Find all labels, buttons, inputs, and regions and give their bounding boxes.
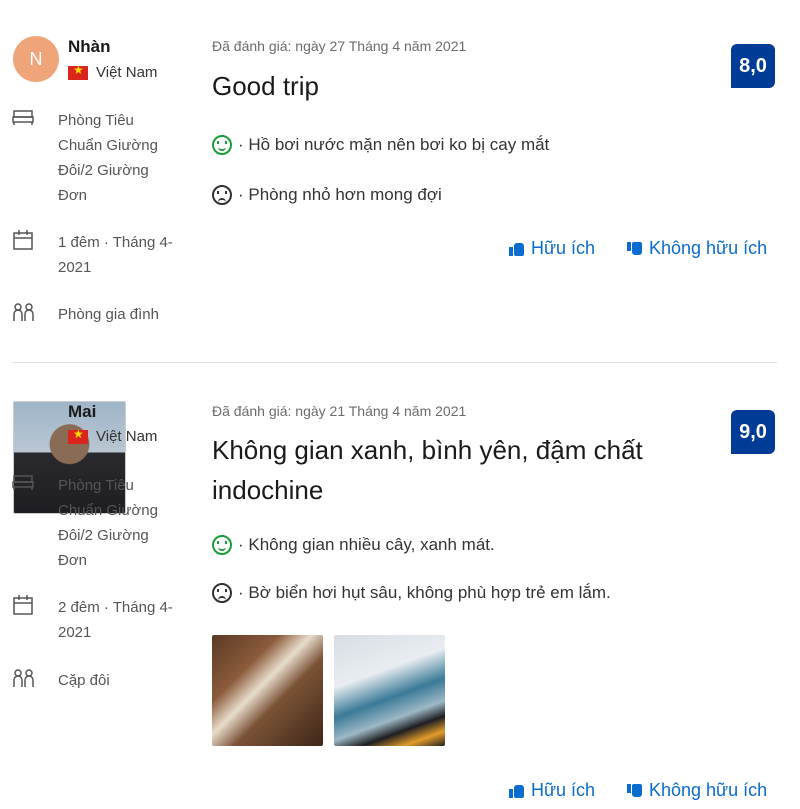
review-date: Đã đánh giá: ngày 21 Tháng 4 năm 2021 bbox=[212, 403, 467, 419]
review-divider bbox=[12, 362, 777, 363]
review-date: Đã đánh giá: ngày 27 Tháng 4 năm 2021 bbox=[212, 38, 467, 54]
not-helpful-label: Không hữu ích bbox=[649, 780, 768, 800]
traveler-type: Cặp đôi bbox=[12, 668, 192, 695]
room-type: Phòng Tiêu Chuẩn Giường Đôi/2 Giường Đơn bbox=[12, 108, 192, 208]
stay-duration-label: 1 đêm · Tháng 4-2021 bbox=[58, 234, 173, 276]
people-icon bbox=[12, 668, 36, 695]
review-title: Good trip bbox=[212, 71, 319, 101]
positive-text: · Hồ bơi nước mặn nên bơi ko bị cay mắt bbox=[238, 135, 550, 154]
people-icon bbox=[12, 302, 36, 329]
traveler-type-label: Cặp đôi bbox=[58, 672, 110, 689]
thumbs-up-icon bbox=[509, 242, 525, 256]
positive-comment: · Hồ bơi nước mặn nên bơi ko bị cay mắt bbox=[212, 135, 549, 155]
calendar-icon bbox=[12, 230, 36, 280]
review-photo[interactable] bbox=[212, 635, 323, 746]
negative-text: · Phòng nhỏ hơn mong đợi bbox=[238, 185, 442, 204]
room-type-label: Phòng Tiêu Chuẩn Giường Đôi/2 Giường Đơn bbox=[58, 112, 158, 204]
bed-icon bbox=[12, 473, 36, 573]
bed-icon bbox=[12, 108, 36, 208]
reviewer-name: Mai bbox=[68, 402, 97, 421]
helpful-button[interactable]: Hữu ích bbox=[509, 238, 595, 259]
reviewer-name: Nhàn bbox=[68, 37, 111, 56]
reviewer-country: Việt Nam bbox=[68, 63, 158, 81]
sad-icon bbox=[212, 583, 232, 603]
room-type: Phòng Tiêu Chuẩn Giường Đôi/2 Giường Đơn bbox=[12, 473, 192, 573]
calendar-icon bbox=[12, 595, 36, 645]
score-badge: 9,0 bbox=[731, 410, 775, 454]
traveler-type-label: Phòng gia đình bbox=[58, 306, 159, 323]
thumbs-up-icon bbox=[509, 784, 525, 798]
negative-comment: · Bờ biển hơi hụt sâu, không phù hợp trẻ… bbox=[212, 583, 611, 603]
helpful-label: Hữu ích bbox=[531, 238, 596, 258]
score-badge: 8,0 bbox=[731, 44, 775, 88]
country-label: Việt Nam bbox=[96, 64, 158, 81]
country-label: Việt Nam bbox=[96, 428, 158, 445]
negative-text: · Bờ biển hơi hụt sâu, không phù hợp trẻ… bbox=[238, 583, 611, 602]
avatar: N bbox=[13, 36, 59, 82]
stay-duration: 1 đêm · Tháng 4-2021 bbox=[12, 230, 192, 280]
not-helpful-button[interactable]: Không hữu ích bbox=[627, 238, 767, 259]
thumbs-down-icon bbox=[627, 783, 643, 798]
smile-icon bbox=[212, 535, 232, 555]
smile-icon bbox=[212, 135, 232, 155]
stay-duration-label: 2 đêm · Tháng 4-2021 bbox=[58, 599, 173, 641]
helpful-label: Hữu ích bbox=[531, 780, 596, 800]
helpful-button[interactable]: Hữu ích bbox=[509, 780, 595, 801]
positive-comment: · Không gian nhiều cây, xanh mát. bbox=[212, 535, 495, 555]
vietnam-flag-icon bbox=[68, 63, 88, 80]
positive-text: · Không gian nhiều cây, xanh mát. bbox=[238, 535, 495, 554]
sad-icon bbox=[212, 185, 232, 205]
traveler-type: Phòng gia đình bbox=[12, 302, 192, 329]
review-card: N Nhàn Việt Nam Phòng Tiêu Chuẩn Giường … bbox=[0, 0, 800, 360]
vietnam-flag-icon bbox=[68, 427, 88, 444]
review-title: Không gian xanh, bình yên, đậm chất indo… bbox=[212, 435, 643, 505]
stay-duration: 2 đêm · Tháng 4-2021 bbox=[12, 595, 192, 645]
room-type-label: Phòng Tiêu Chuẩn Giường Đôi/2 Giường Đơn bbox=[58, 477, 158, 569]
negative-comment: · Phòng nhỏ hơn mong đợi bbox=[212, 185, 442, 205]
reviewer-country: Việt Nam bbox=[68, 427, 158, 445]
thumbs-down-icon bbox=[627, 241, 643, 256]
not-helpful-button[interactable]: Không hữu ích bbox=[627, 780, 767, 801]
review-photo[interactable] bbox=[334, 635, 445, 746]
not-helpful-label: Không hữu ích bbox=[649, 238, 768, 258]
